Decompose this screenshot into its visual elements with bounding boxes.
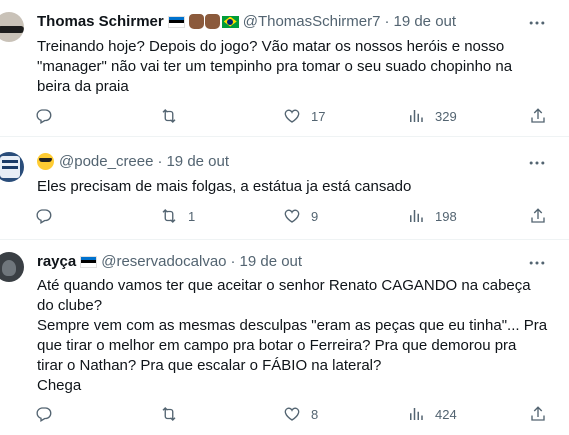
tweet[interactable]: rayça @reservadocalvao · 19 de out Até q… xyxy=(0,239,569,435)
tweet-text: Treinando hoje? Depois do jogo? Vão mata… xyxy=(37,38,513,95)
tweet[interactable]: Thomas Schirmer @ThomasSchirmer7 · 19 de… xyxy=(0,0,569,137)
author-name[interactable]: Thomas Schirmer xyxy=(37,13,164,30)
tweet-header: Thomas Schirmer @ThomasSchirmer7 · 19 de… xyxy=(37,13,456,30)
reply-button[interactable] xyxy=(35,107,63,125)
retweet-icon xyxy=(162,407,176,421)
share-icon xyxy=(531,208,545,223)
more-icon[interactable] xyxy=(527,153,547,173)
tweet-actions: 8 424 xyxy=(30,405,560,427)
reply-icon xyxy=(36,209,52,224)
reply-icon xyxy=(36,407,52,422)
retweet-button[interactable] xyxy=(160,405,188,423)
heart-icon xyxy=(284,109,300,123)
share-button[interactable] xyxy=(529,405,547,423)
fist-emoji-icon xyxy=(188,14,204,29)
heart-icon xyxy=(284,407,300,421)
retweet-icon xyxy=(162,209,176,223)
author-handle[interactable]: @pode_creee xyxy=(59,153,153,170)
timestamp[interactable]: 19 de out xyxy=(393,13,456,30)
view-count: 424 xyxy=(435,406,457,422)
heart-icon xyxy=(284,209,300,223)
view-count: 329 xyxy=(435,108,457,124)
like-count: 17 xyxy=(311,108,326,124)
avatar[interactable] xyxy=(0,12,24,42)
views-icon xyxy=(410,408,423,420)
more-icon[interactable] xyxy=(527,253,547,273)
author-handle[interactable]: @ThomasSchirmer7 xyxy=(243,13,381,30)
more-icon[interactable] xyxy=(527,13,547,33)
share-icon xyxy=(531,108,545,123)
reply-button[interactable] xyxy=(35,405,63,423)
like-button[interactable]: 9 xyxy=(283,207,318,225)
sunglasses-emoji-icon xyxy=(37,153,54,170)
tweet-header: rayça @reservadocalvao · 19 de out xyxy=(37,253,302,270)
fist-emoji-icon xyxy=(204,14,220,29)
tweet[interactable]: @pode_creee · 19 de out Eles precisam de… xyxy=(0,136,569,240)
avatar[interactable] xyxy=(0,252,24,282)
timestamp[interactable]: 19 de out xyxy=(166,153,229,170)
estonia-flag-icon xyxy=(167,15,185,28)
retweet-button[interactable]: 1 xyxy=(160,207,195,225)
separator-dot: · xyxy=(230,253,236,270)
tweet-actions: 17 329 xyxy=(30,107,560,129)
view-count: 198 xyxy=(435,208,457,224)
share-button[interactable] xyxy=(529,107,547,125)
like-count: 9 xyxy=(311,208,319,224)
tweet-actions: 1 9 198 xyxy=(30,207,560,229)
views-icon xyxy=(410,110,423,122)
share-icon xyxy=(531,406,545,421)
views-icon xyxy=(410,210,423,222)
avatar[interactable] xyxy=(0,152,24,182)
reply-icon xyxy=(36,109,52,124)
share-button[interactable] xyxy=(529,207,547,225)
separator-dot: · xyxy=(384,13,390,30)
timestamp[interactable]: 19 de out xyxy=(240,253,303,270)
author-handle[interactable]: @reservadocalvao xyxy=(101,253,226,270)
retweet-button[interactable] xyxy=(160,107,188,125)
tweet-header: @pode_creee · 19 de out xyxy=(37,153,229,170)
views-button[interactable]: 424 xyxy=(407,405,457,423)
estonia-flag-icon xyxy=(80,255,98,268)
reply-button[interactable] xyxy=(35,207,63,225)
tweet-text: Até quando vamos ter que aceitar o senho… xyxy=(37,277,548,394)
views-button[interactable]: 198 xyxy=(407,207,457,225)
brazil-flag-icon xyxy=(221,15,239,28)
retweet-count: 1 xyxy=(188,208,196,224)
retweet-icon xyxy=(162,109,176,123)
like-button[interactable]: 8 xyxy=(283,405,318,423)
like-button[interactable]: 17 xyxy=(283,107,325,125)
author-name[interactable]: rayça xyxy=(37,253,76,270)
views-button[interactable]: 329 xyxy=(407,107,457,125)
tweet-text: Eles precisam de mais folgas, a estátua … xyxy=(37,178,412,195)
separator-dot: · xyxy=(157,153,163,170)
like-count: 8 xyxy=(311,406,319,422)
